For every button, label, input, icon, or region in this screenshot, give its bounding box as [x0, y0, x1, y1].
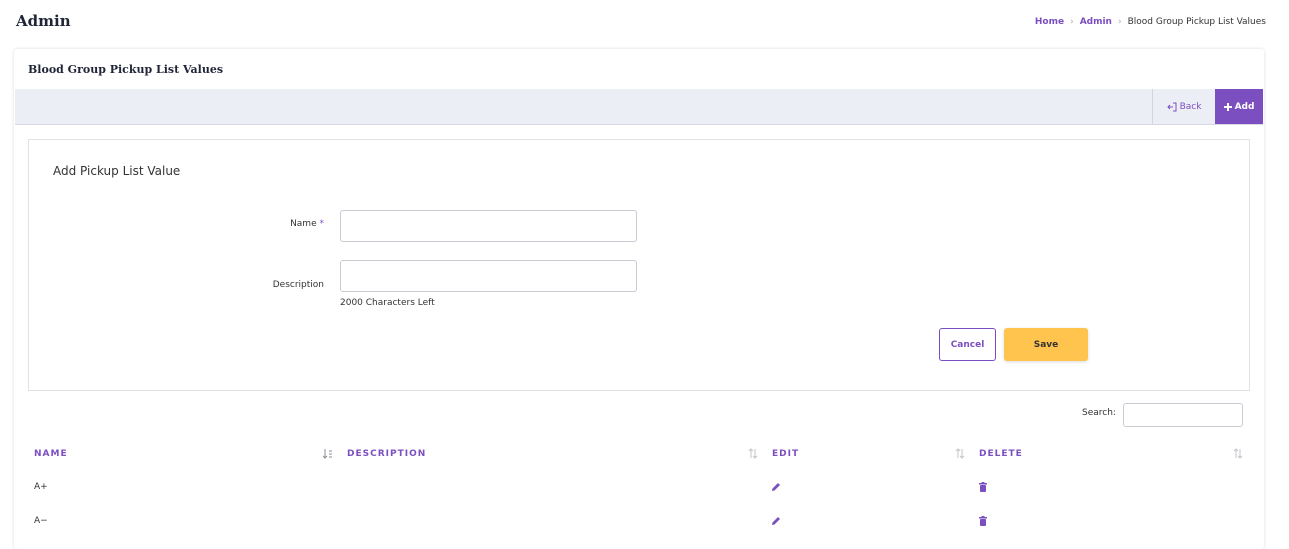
add-button-label: Add: [1234, 101, 1255, 112]
sort-asc-icon[interactable]: [323, 448, 333, 459]
add-value-form: Add Pickup List Value Name * Description…: [28, 139, 1250, 391]
breadcrumb-home-link[interactable]: Home: [1035, 17, 1064, 27]
add-button[interactable]: Add: [1215, 89, 1263, 124]
breadcrumb-admin-link[interactable]: Admin: [1080, 17, 1112, 27]
name-input[interactable]: [340, 210, 637, 242]
cell-name: A−: [34, 516, 48, 526]
card-toolbar: Back Add: [15, 89, 1263, 125]
pencil-icon[interactable]: [770, 515, 782, 527]
plus-icon: [1223, 102, 1232, 111]
sort-icon[interactable]: [955, 448, 965, 459]
card-title: Blood Group Pickup List Values: [28, 63, 224, 76]
cancel-button[interactable]: Cancel: [939, 328, 996, 361]
trash-icon[interactable]: [977, 481, 989, 493]
name-label: Name *: [204, 219, 324, 229]
search-label: Search:: [1082, 408, 1116, 418]
pickup-list-card: Blood Group Pickup List Values Back Add …: [14, 49, 1264, 549]
back-button[interactable]: Back: [1152, 89, 1215, 124]
breadcrumb-separator: ›: [1070, 17, 1074, 27]
sort-icon[interactable]: [748, 448, 758, 459]
back-button-label: Back: [1179, 101, 1202, 112]
trash-icon[interactable]: [977, 515, 989, 527]
search-input[interactable]: [1123, 403, 1243, 427]
name-label-text: Name: [290, 219, 317, 229]
breadcrumb-separator: ›: [1117, 17, 1122, 27]
column-header-description[interactable]: DESCRIPTION: [347, 449, 426, 459]
save-button[interactable]: Save: [1004, 328, 1088, 361]
column-header-delete[interactable]: DELETE: [979, 449, 1023, 459]
form-title: Add Pickup List Value: [53, 164, 181, 178]
column-header-edit[interactable]: EDIT: [772, 449, 799, 459]
cell-name: A+: [34, 482, 48, 492]
breadcrumb: Home › Admin › Blood Group Pickup List V…: [1035, 17, 1266, 27]
description-input[interactable]: [340, 260, 637, 292]
characters-left-counter: 2000 Characters Left: [340, 298, 435, 308]
page-header: Admin Home › Admin › Blood Group Pickup …: [16, 12, 1266, 34]
breadcrumb-current: Blood Group Pickup List Values: [1127, 17, 1266, 27]
pencil-icon[interactable]: [770, 481, 782, 493]
required-mark: *: [319, 219, 325, 229]
sort-icon[interactable]: [1233, 448, 1243, 459]
column-header-name[interactable]: NAME: [34, 449, 68, 459]
description-label: Description: [272, 280, 324, 290]
back-arrow-icon: [1166, 102, 1177, 111]
